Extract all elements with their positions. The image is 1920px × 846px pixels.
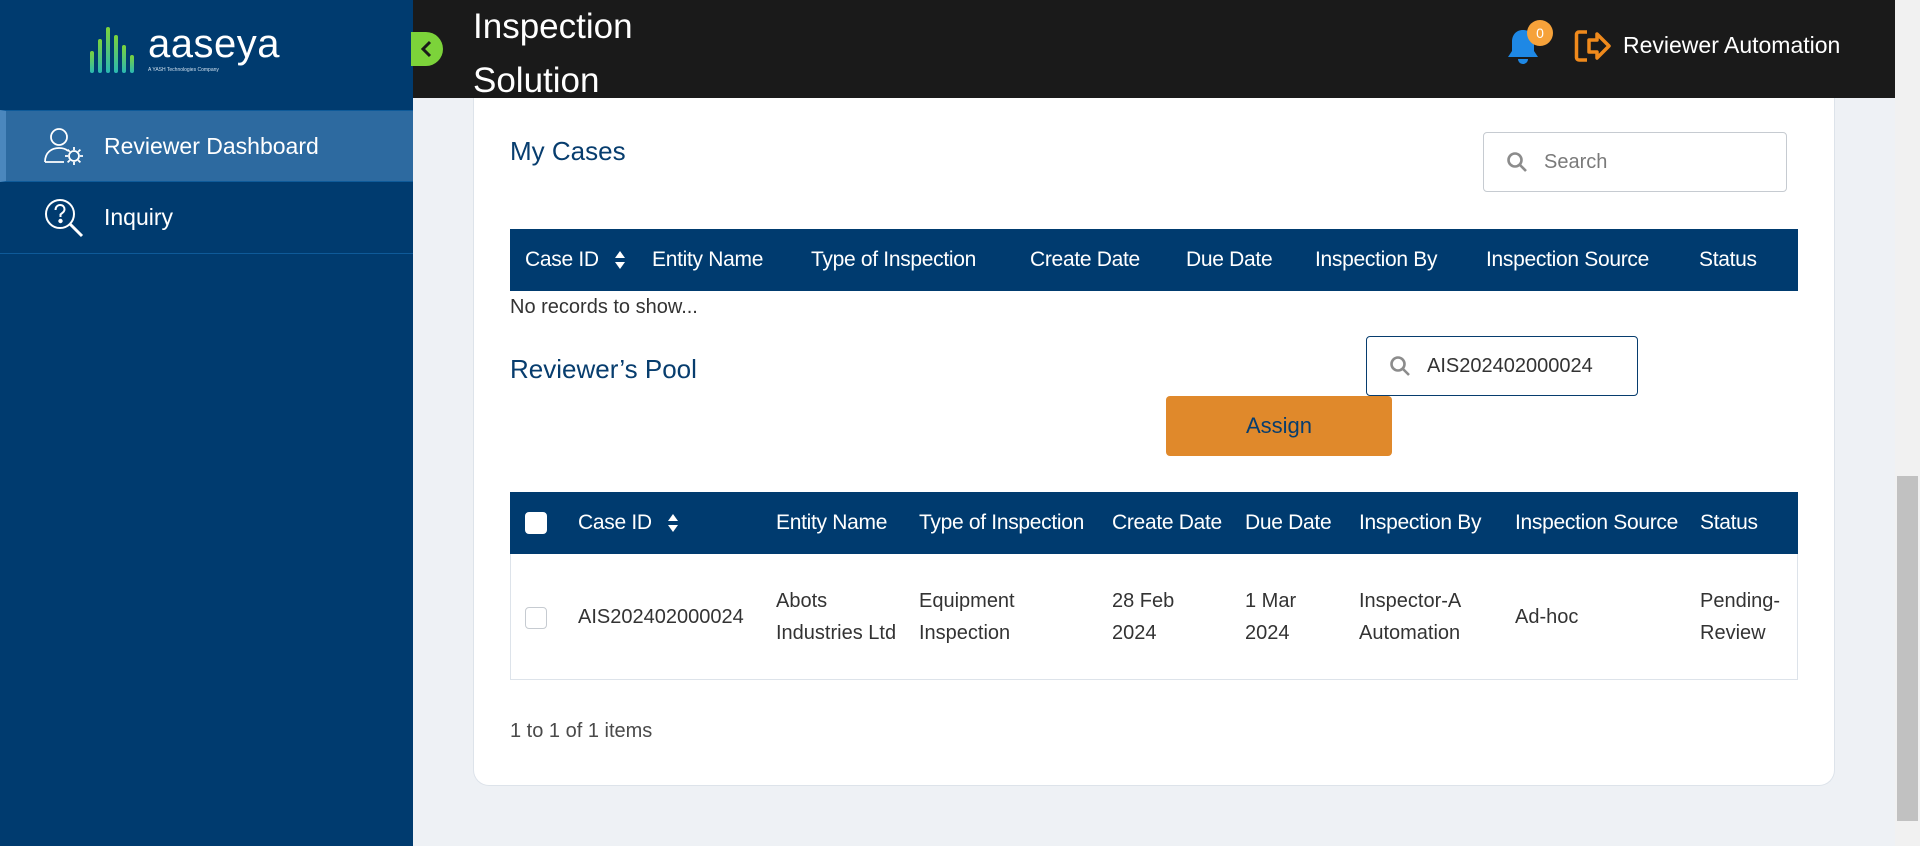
pagination-summary: 1 to 1 of 1 items: [510, 720, 653, 742]
col-case-id[interactable]: Case ID: [578, 492, 776, 554]
reviewers-pool-search[interactable]: [1366, 336, 1638, 396]
table-header-row: Case ID Entity Name Type of Inspection C…: [510, 492, 1798, 554]
logo: aaseya A YASH Technologies Company: [90, 22, 280, 74]
row-checkbox[interactable]: [525, 606, 547, 629]
dashboard-card: My Cases Case ID Entity Name Type of Ins…: [473, 98, 1835, 786]
col-entity-name: Entity Name: [652, 248, 764, 271]
table-row[interactable]: AIS202402000024 Abots Industries Ltd Equ…: [510, 554, 1798, 680]
cell-case-id[interactable]: AIS202402000024: [578, 554, 776, 680]
col-type-of-inspection: Type of Inspection: [919, 511, 1085, 534]
sidebar-item-inquiry[interactable]: Inquiry: [0, 182, 413, 254]
sidebar-item-label: Inquiry: [104, 204, 174, 230]
col-inspection-source: Inspection Source: [1486, 248, 1650, 271]
col-type-of-inspection: Type of Inspection: [811, 248, 977, 271]
page-scrollbar[interactable]: [1895, 0, 1920, 846]
my-cases-search[interactable]: [1483, 132, 1787, 192]
select-all-cell: [510, 492, 578, 554]
col-status: Status: [1699, 248, 1757, 271]
user-name[interactable]: Reviewer Automation: [1623, 32, 1840, 59]
col-case-id[interactable]: Case ID: [510, 229, 652, 291]
col-inspection-by: Inspection By: [1315, 248, 1438, 271]
sidebar: aaseya A YASH Technologies Company Revie…: [0, 0, 413, 846]
my-cases-search-input[interactable]: [1544, 150, 1724, 174]
scrollbar-thumb[interactable]: [1897, 476, 1918, 821]
cell-entity-name: Abots Industries Ltd: [776, 590, 897, 644]
my-cases-table: Case ID Entity Name Type of Inspection C…: [510, 229, 1798, 291]
chevron-left-icon: [420, 40, 432, 58]
col-inspection-source: Inspection Source: [1515, 511, 1679, 534]
col-status: Status: [1700, 511, 1758, 534]
select-all-checkbox[interactable]: [525, 512, 547, 535]
user-gear-icon: [42, 124, 86, 168]
col-create-date: Create Date: [1030, 248, 1140, 271]
col-due-date: Due Date: [1245, 511, 1332, 534]
search-icon: [1390, 356, 1410, 376]
empty-state-text: No records to show...: [510, 296, 698, 318]
reviewers-pool-search-input[interactable]: [1427, 354, 1627, 378]
sort-icon: [615, 251, 626, 270]
reviewers-pool-title: Reviewer’s Pool: [510, 354, 697, 384]
sort-icon: [668, 514, 679, 533]
col-entity-name: Entity Name: [776, 511, 888, 534]
cell-inspection-by: Inspector-A Automation: [1359, 590, 1461, 644]
row-select-cell: [510, 554, 578, 680]
sidebar-nav: Reviewer Dashboard Inquiry: [0, 110, 413, 254]
collapse-sidebar-button[interactable]: [411, 32, 443, 66]
cell-inspection-source: Ad-hoc: [1515, 606, 1579, 628]
logout-icon[interactable]: [1573, 28, 1613, 64]
sidebar-item-reviewer-dashboard[interactable]: Reviewer Dashboard: [0, 110, 413, 182]
assign-button[interactable]: Assign: [1166, 396, 1392, 456]
question-search-icon: [42, 196, 86, 240]
reviewers-pool-table: Case ID Entity Name Type of Inspection C…: [510, 492, 1798, 680]
cell-type-of-inspection: Equipment Inspection: [919, 590, 1015, 644]
logo-mark-icon: [90, 23, 134, 73]
col-create-date: Create Date: [1112, 511, 1222, 534]
col-inspection-by: Inspection By: [1359, 511, 1482, 534]
sidebar-item-label: Reviewer Dashboard: [104, 132, 319, 159]
cell-due-date: 1 Mar 2024: [1245, 590, 1297, 644]
cell-status: Pending-Review: [1700, 590, 1781, 644]
logo-tagline: A YASH Technologies Company: [148, 66, 219, 73]
table-header-row: Case ID Entity Name Type of Inspection C…: [510, 229, 1798, 291]
app-title: Inspection Solution: [473, 7, 633, 100]
search-icon: [1507, 152, 1527, 172]
notification-badge: 0: [1527, 20, 1553, 46]
col-due-date: Due Date: [1186, 248, 1273, 271]
cell-create-date: 28 Feb 2024: [1112, 590, 1175, 644]
top-header: Inspection Solution 0 Reviewer Automatio…: [411, 0, 1895, 100]
logo-wordmark: aaseya: [148, 21, 280, 66]
my-cases-title: My Cases: [510, 136, 626, 166]
